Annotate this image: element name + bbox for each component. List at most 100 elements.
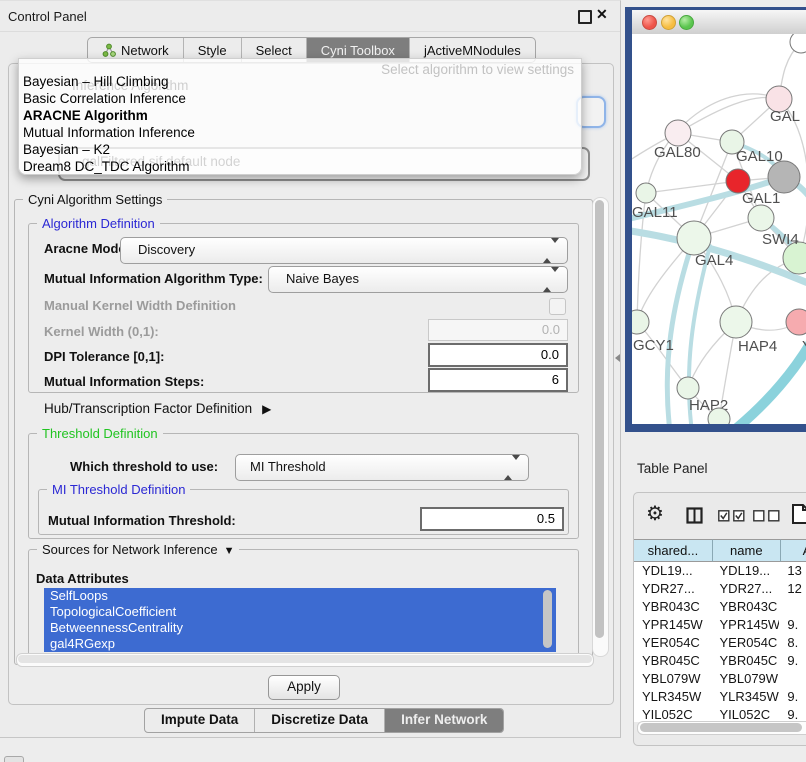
attributes-scrollbar[interactable] — [543, 590, 552, 648]
network-node[interactable] — [790, 34, 806, 53]
stepper-arrows-icon — [504, 460, 520, 475]
table-cell: 9. — [779, 652, 806, 670]
algorithm-option[interactable]: Bayesian – K2 — [21, 141, 579, 158]
table-cell: 13 — [779, 562, 806, 580]
algorithm-option[interactable]: Dream8 DC_TDC Algorithm — [21, 158, 579, 175]
tab-infer-network[interactable]: Infer Network — [385, 709, 503, 732]
gear-icon[interactable]: ⚙ — [646, 501, 664, 526]
table-cell: 8. — [779, 634, 806, 652]
close-icon[interactable]: ✕ — [596, 6, 608, 23]
close-traffic-light[interactable] — [642, 15, 657, 30]
attribute-item[interactable]: BetweennessCentrality — [44, 620, 556, 636]
network-node[interactable] — [768, 161, 800, 193]
attribute-item[interactable]: SelfLoops — [44, 588, 556, 604]
dpi-tolerance-label: DPI Tolerance [0,1]: — [44, 349, 164, 364]
tab-impute-data[interactable]: Impute Data — [145, 709, 255, 732]
cyni-bottom-tabs: Impute DataDiscretize DataInfer Network — [144, 708, 504, 733]
mi-threshold-field[interactable]: 0.5 — [420, 507, 564, 531]
hub-definition-toggle[interactable]: Hub/Transcription Factor Definition▶ — [44, 401, 271, 416]
zoom-traffic-light[interactable] — [679, 15, 694, 30]
dpi-tolerance-field[interactable]: 0.0 — [428, 343, 568, 367]
control-panel-window: Control Panel ✕ NetworkStyleSelectCyni T… — [0, 0, 621, 738]
network-node-gal11[interactable] — [636, 183, 656, 203]
table-cell: YBL079W — [712, 670, 780, 688]
mi-type-label: Mutual Information Algorithm Type: — [44, 271, 263, 286]
table-cell: YBR043C — [634, 598, 712, 616]
sources-group-title[interactable]: Sources for Network Inference▼ — [37, 542, 239, 557]
table-row[interactable]: YDR27...YDR27...12 — [634, 580, 806, 598]
table-cell: YIL052C — [634, 706, 712, 722]
network-node-gal4[interactable] — [677, 221, 711, 255]
algorithm-option[interactable]: Basic Correlation Inference — [21, 90, 579, 107]
attribute-item[interactable]: gal4RGexp — [44, 636, 556, 652]
algorithm-option[interactable]: ARACNE Algorithm — [21, 107, 579, 124]
table-cell: YPR145W — [634, 616, 712, 634]
network-edge[interactable] — [678, 97, 779, 133]
column-header[interactable]: A — [781, 539, 806, 562]
manual-kernel-checkbox[interactable] — [549, 298, 566, 315]
table-cell: YDR27... — [712, 580, 780, 598]
network-graph-icon — [102, 43, 116, 57]
network-edge[interactable] — [637, 322, 688, 388]
table-row[interactable]: YBR045CYBR045C9. — [634, 652, 806, 670]
mi-threshold-label: Mutual Information Threshold: — [48, 513, 236, 528]
network-node-gal80[interactable] — [665, 120, 691, 146]
minimize-traffic-light[interactable] — [661, 15, 676, 30]
column-header[interactable]: name — [713, 539, 781, 562]
network-edge[interactable] — [646, 181, 738, 193]
algorithm-option[interactable]: Mutual Information Inference — [21, 124, 579, 141]
mi-steps-label: Mutual Information Steps: — [44, 374, 204, 389]
expand-right-icon: ▶ — [262, 402, 271, 416]
table-cell: 9. — [779, 688, 806, 706]
table-row[interactable]: YIL052CYIL052C9. — [634, 706, 806, 722]
table-cell: 9. — [779, 616, 806, 634]
table-cell: YBR045C — [634, 652, 712, 670]
mi-type-select[interactable]: Naive Bayes — [268, 266, 568, 293]
control-panel-titlebar: Control Panel ✕ — [0, 1, 620, 32]
settings-vertical-scrollbar[interactable] — [592, 197, 609, 657]
network-node-gcy1[interactable] — [632, 310, 649, 334]
network-view-window: GALGAL80GAL10GAL1GAL11SWI4GAL4GCY1HAP4YH… — [625, 7, 806, 432]
mi-steps-field[interactable]: 6 — [428, 368, 568, 392]
network-node-hap2[interactable] — [677, 377, 699, 399]
new-table-icon[interactable] — [791, 503, 806, 528]
settings-horizontal-scrollbar[interactable] — [16, 653, 594, 667]
unchecked-checkboxes-icon[interactable] — [753, 510, 780, 525]
kernel-width-label: Kernel Width (0,1): — [44, 324, 159, 339]
table-row[interactable]: YER054CYER054C8. — [634, 634, 806, 652]
column-layout-icon[interactable] — [686, 507, 703, 527]
table-row[interactable]: YBR043CYBR043C — [634, 598, 806, 616]
split-pane-collapse-icon[interactable] — [615, 354, 620, 362]
table-row[interactable]: YPR145WYPR145W9. — [634, 616, 806, 634]
node-label: Y — [802, 338, 806, 355]
algorithm-option[interactable]: Bayesian – Hill Climbing — [21, 73, 579, 90]
apply-button[interactable]: Apply — [268, 675, 340, 700]
kernel-width-field[interactable]: 0.0 — [428, 319, 568, 341]
network-node-gal1[interactable] — [748, 205, 774, 231]
table-cell: YER054C — [712, 634, 780, 652]
table-row[interactable]: YDL19...YDL19...13 — [634, 562, 806, 580]
table-header-row: shared...nameA — [634, 539, 806, 562]
float-panel-icon[interactable] — [578, 10, 592, 24]
stepper-arrows-icon — [543, 272, 559, 287]
which-threshold-select[interactable]: MI Threshold — [235, 454, 529, 481]
network-canvas[interactable]: GALGAL80GAL10GAL1GAL11SWI4GAL4GCY1HAP4YH… — [632, 34, 806, 424]
checked-checkboxes-icon[interactable] — [718, 510, 745, 525]
manual-kernel-label: Manual Kernel Width Definition — [44, 298, 236, 313]
threshold-definition-title: Threshold Definition — [37, 426, 163, 441]
aracne-mode-value: Discovery — [138, 242, 195, 257]
window-grip[interactable] — [4, 756, 24, 762]
column-header[interactable]: shared... — [634, 539, 713, 562]
tab-discretize-data[interactable]: Discretize Data — [255, 709, 385, 732]
table-row[interactable]: YLR345WYLR345W9. — [634, 688, 806, 706]
aracne-mode-select[interactable]: Discovery — [120, 237, 568, 264]
which-threshold-value: MI Threshold — [250, 459, 326, 474]
network-node-y[interactable] — [786, 309, 806, 335]
which-threshold-label: Which threshold to use: — [70, 459, 218, 474]
attribute-item[interactable]: TopologicalCoefficient — [44, 604, 556, 620]
mi-type-value: Naive Bayes — [286, 271, 359, 286]
table-horizontal-scrollbar[interactable] — [637, 721, 806, 735]
table-row[interactable]: YBL079WYBL079W — [634, 670, 806, 688]
network-node-hap4[interactable] — [720, 306, 752, 338]
data-attributes-list[interactable]: SelfLoopsTopologicalCoefficientBetweenne… — [44, 588, 556, 652]
